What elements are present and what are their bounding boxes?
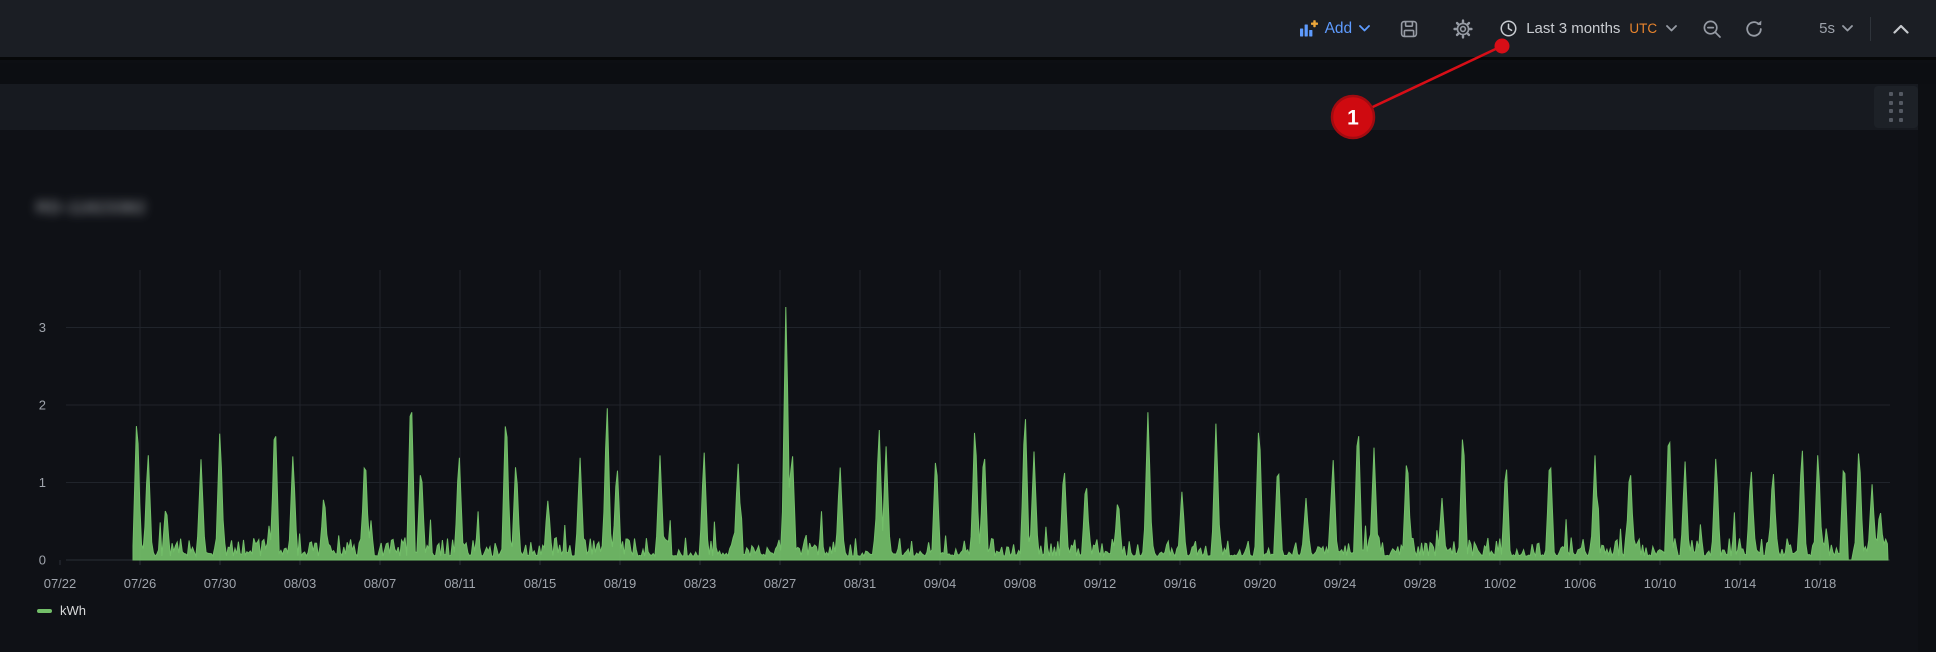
x-tick-label: 08/19 xyxy=(604,576,637,591)
time-range-picker[interactable]: Last 3 months UTC xyxy=(1491,12,1684,46)
collapse-toolbar-button[interactable] xyxy=(1885,12,1917,46)
add-panel-button[interactable]: Add xyxy=(1291,12,1378,46)
y-tick-label: 2 xyxy=(39,398,46,413)
x-tick-label: 10/14 xyxy=(1724,576,1757,591)
zoom-out-time-button[interactable] xyxy=(1694,12,1730,46)
refresh-interval-label: 5s xyxy=(1819,20,1835,37)
legend-item-kwh[interactable]: kWh xyxy=(37,603,86,618)
save-dashboard-button[interactable] xyxy=(1391,12,1427,46)
bar-chart-plus-icon xyxy=(1298,19,1318,39)
time-range-label: Last 3 months xyxy=(1526,20,1620,37)
x-tick-label: 09/08 xyxy=(1004,576,1037,591)
x-tick-label: 08/07 xyxy=(364,576,397,591)
clock-icon xyxy=(1498,18,1519,39)
x-tick-label: 08/03 xyxy=(284,576,317,591)
chevron-down-icon xyxy=(1842,25,1853,32)
kwh-timeseries-chart[interactable]: 07/22 07/26 07/30 08/03 08/07 08/11 08/15 08/19… xyxy=(0,84,1918,652)
x-tick-label: 09/16 xyxy=(1164,576,1197,591)
timezone-label: UTC xyxy=(1629,21,1657,36)
refresh-dashboard-button[interactable] xyxy=(1736,12,1772,46)
x-tick-label: 10/10 xyxy=(1644,576,1677,591)
x-tick-label: 07/22 xyxy=(44,576,77,591)
x-tick-label: 08/31 xyxy=(844,576,877,591)
x-tick-label: 09/28 xyxy=(1404,576,1437,591)
chevron-down-icon xyxy=(1666,25,1677,32)
chevron-down-icon xyxy=(1359,25,1370,32)
x-tick-label: 10/02 xyxy=(1484,576,1517,591)
x-tick-label: 09/04 xyxy=(924,576,957,591)
y-tick-label: 3 xyxy=(39,320,46,335)
y-tick-label: 1 xyxy=(39,475,46,490)
x-tick-label: 09/24 xyxy=(1324,576,1357,591)
x-tick-label: 09/20 xyxy=(1244,576,1277,591)
settings-gear-icon xyxy=(1452,18,1474,40)
toolbar-divider xyxy=(1870,17,1871,41)
add-button-label: Add xyxy=(1325,20,1353,38)
x-tick-label: 10/06 xyxy=(1564,576,1597,591)
legend-series-swatch xyxy=(37,609,52,613)
x-tick-label: 07/30 xyxy=(204,576,237,591)
save-floppy-icon xyxy=(1398,18,1420,40)
dashboard-toolbar: Add xyxy=(0,0,1936,60)
x-tick-label: 08/23 xyxy=(684,576,717,591)
timeseries-panel: RD-11823382 07/2207/2607/3008/0308/0708/… xyxy=(0,84,1918,652)
x-tick-label: 08/15 xyxy=(524,576,557,591)
y-tick-label: 0 xyxy=(39,553,46,568)
legend-series-label: kWh xyxy=(60,603,86,618)
x-tick-label: 09/12 xyxy=(1084,576,1117,591)
kwh-area-series xyxy=(133,307,1888,560)
x-tick-label: 10/18 xyxy=(1804,576,1837,591)
x-tick-label: 08/11 xyxy=(444,576,476,591)
x-tick-label: 08/27 xyxy=(764,576,797,591)
zoom-out-icon xyxy=(1701,18,1723,40)
refresh-interval-dropdown[interactable]: 5s xyxy=(1812,12,1860,46)
refresh-icon xyxy=(1743,18,1765,40)
dashboard-settings-button[interactable] xyxy=(1445,12,1481,46)
dashboard-background-gap xyxy=(0,63,1936,84)
x-tick-label: 07/26 xyxy=(124,576,157,591)
chevron-up-icon xyxy=(1892,23,1910,35)
